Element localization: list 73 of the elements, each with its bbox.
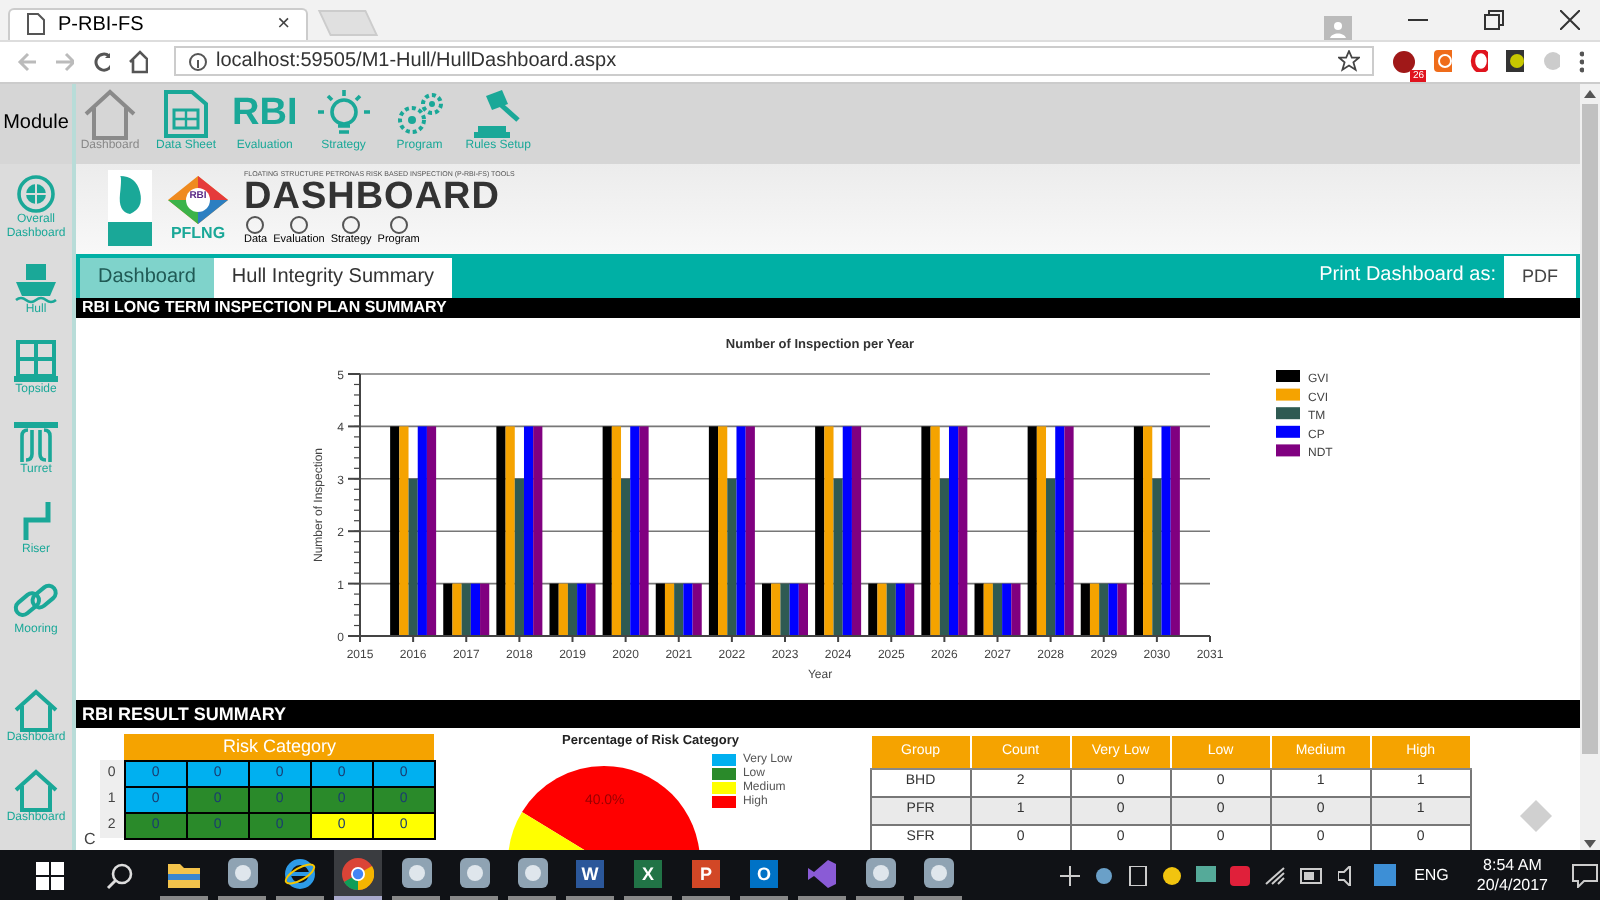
reload-icon[interactable] — [91, 49, 111, 74]
module-label: Module — [0, 83, 76, 164]
section-header: RBI RESULT SUMMARY — [76, 699, 1580, 728]
windows-start-icon[interactable] — [36, 861, 64, 889]
clock-date[interactable]: 20/4/2017 — [1476, 875, 1548, 895]
language-indicator[interactable]: ENG — [1414, 866, 1449, 884]
taskbar-app[interactable] — [334, 850, 382, 900]
print-label: Print Dashboard as: — [1319, 264, 1496, 287]
close-icon[interactable] — [1560, 9, 1580, 30]
tray-icon[interactable] — [1162, 865, 1183, 885]
clock-time[interactable]: 8:54 AM — [1483, 855, 1542, 875]
taskbar-app[interactable]: O — [740, 850, 788, 900]
turret-icon — [14, 419, 58, 464]
lightbulb-icon — [315, 87, 372, 140]
ship-icon — [14, 259, 58, 304]
tray-icon[interactable] — [1060, 865, 1081, 885]
tray-icon[interactable] — [1374, 864, 1397, 886]
window-icon — [14, 339, 58, 384]
section-header: RBI LONG TERM INSPECTION PLAN SUMMARY — [76, 297, 1580, 318]
address-bar[interactable]: localhost:59505/M1-Hull/HullDashboard.aspx — [174, 46, 1374, 77]
legend-swatch — [1276, 425, 1300, 438]
scrollbar-thumb[interactable] — [1582, 103, 1598, 754]
visual-studio-icon — [806, 857, 838, 889]
pdf-button[interactable]: PDF — [1504, 255, 1576, 298]
taskbar-app[interactable]: P — [682, 850, 730, 900]
diamond-logo-icon — [168, 175, 228, 224]
app-icon — [459, 858, 489, 888]
info-icon — [188, 51, 208, 72]
app-icon — [227, 858, 257, 888]
house-icon — [11, 687, 60, 732]
tray-icon[interactable] — [1128, 865, 1149, 885]
taskbar-app[interactable]: X — [624, 850, 672, 900]
battery-icon[interactable] — [1300, 867, 1325, 883]
matrix-header: Risk Category — [124, 733, 435, 761]
globe-icon — [16, 174, 56, 215]
extension-icon[interactable] — [1505, 50, 1524, 73]
notification-icon[interactable] — [1572, 863, 1598, 887]
extension-icon[interactable] — [1392, 49, 1416, 74]
house-icon — [82, 87, 138, 140]
tab-close-button[interactable]: × — [277, 12, 290, 37]
tab[interactable]: Dashboard — [80, 257, 214, 298]
taskbar-app[interactable]: W — [566, 850, 614, 900]
legend-swatch — [1276, 369, 1300, 382]
wifi-icon[interactable] — [1264, 865, 1287, 885]
menu-icon[interactable] — [1577, 49, 1584, 74]
scroll-up-icon[interactable] — [1584, 89, 1596, 98]
tray-icon[interactable] — [1094, 865, 1115, 885]
page-icon — [26, 12, 46, 37]
house-icon — [11, 767, 60, 812]
dashboard-title: DASHBOARD — [244, 178, 500, 217]
document-icon — [162, 87, 211, 140]
legend-swatch — [1276, 388, 1300, 401]
legend-swatch — [1276, 406, 1300, 419]
search-icon[interactable] — [106, 861, 134, 889]
internet-explorer-icon — [284, 857, 316, 889]
app-icon — [401, 858, 431, 888]
legend-swatch — [1276, 444, 1300, 457]
app-icon — [923, 858, 953, 888]
browser-tab[interactable]: P-RBI-FS × — [8, 7, 308, 40]
restore-icon[interactable] — [1484, 9, 1504, 30]
star-icon[interactable] — [1338, 50, 1360, 73]
scrollbar[interactable] — [1580, 83, 1600, 850]
tab-title: P-RBI-FS — [58, 13, 144, 36]
app-icon — [517, 858, 547, 888]
app-icon — [865, 858, 895, 888]
tray-icon[interactable] — [1196, 865, 1217, 885]
axis-label: C — [84, 829, 96, 848]
opera-icon[interactable] — [1469, 50, 1488, 73]
tab[interactable]: Hull Integrity Summary — [213, 257, 453, 298]
folder-icon — [168, 859, 200, 887]
chrome-icon — [342, 857, 374, 889]
home-icon[interactable] — [128, 49, 148, 74]
company-logo-icon — [108, 170, 152, 247]
